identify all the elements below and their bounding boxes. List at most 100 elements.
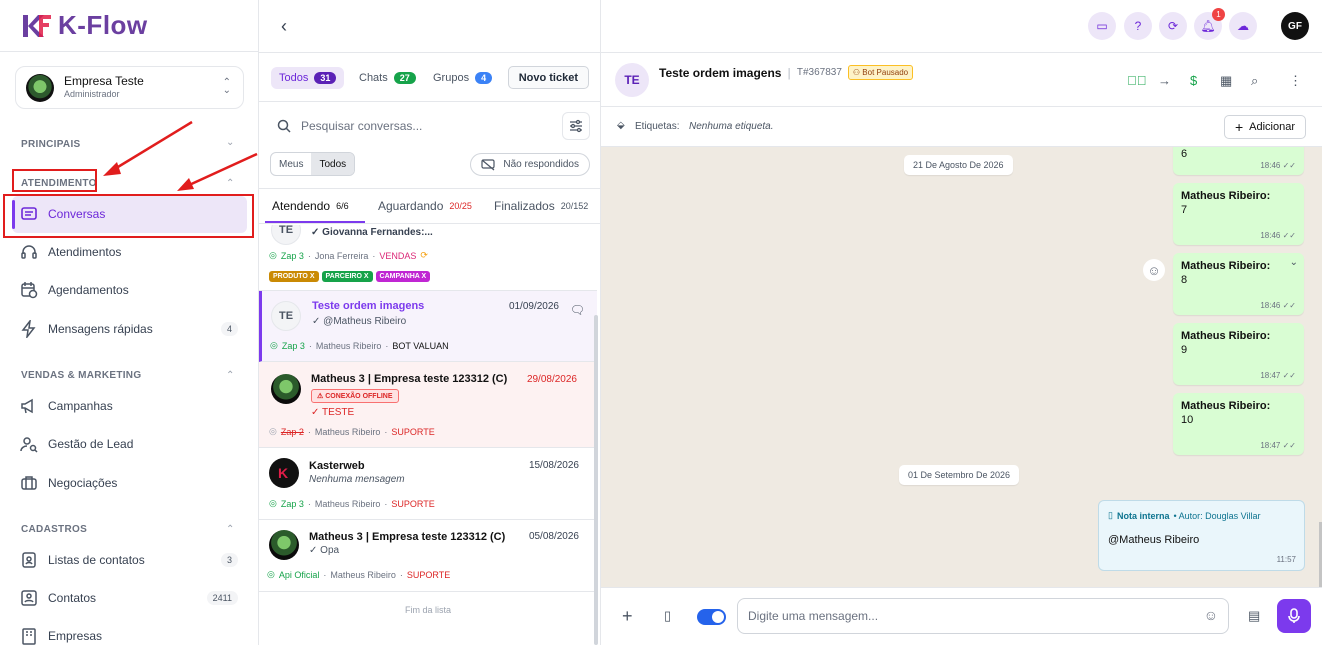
filter-chats[interactable]: Chats 27 xyxy=(351,67,424,89)
kflow-logo-icon xyxy=(23,14,51,37)
ticket-connection: Zap 3 xyxy=(280,498,304,509)
seg-todos[interactable]: Todos xyxy=(311,153,355,175)
ticket-date: 29/08/2026 xyxy=(526,374,577,385)
document-icon: ▯ xyxy=(1108,510,1113,520)
whatsapp-icon: ◎ xyxy=(269,498,277,508)
labels-title: Etiquetas: xyxy=(635,121,680,132)
message-bubble[interactable]: Matheus Ribeiro: 9 18:47 ✓✓ xyxy=(1173,323,1304,385)
more-vertical-icon[interactable]: ⋮ xyxy=(1289,73,1302,89)
filter-grupos[interactable]: Grupos 4 xyxy=(425,67,500,89)
resolve-check-icon[interactable]: ✓⃝ xyxy=(1127,73,1147,88)
ticket-item[interactable]: K Kasterweb 15/08/2026 Nenhuma mensagem … xyxy=(259,448,597,520)
file-icon[interactable]: ▯ xyxy=(664,608,671,624)
sidebar-item-negociacoes[interactable]: Negociações xyxy=(20,474,238,492)
chevron-down-icon[interactable]: ⌄ xyxy=(1290,257,1298,268)
ticket-last-message: ✓ Opa xyxy=(309,545,340,556)
sidebar-item-contatos[interactable]: Contatos 2411 xyxy=(20,589,238,607)
chevron-up-icon[interactable]: ⌃ xyxy=(226,370,234,381)
sidebar-item-gestao-de-lead[interactable]: Gestão de Lead xyxy=(20,435,238,453)
sidebar-item-listas-de-contatos[interactable]: Listas de contatos 3 xyxy=(20,551,238,569)
ticket-user: Matheus Ribeiro xyxy=(314,426,381,437)
message-text: @Matheus Ribeiro xyxy=(323,316,407,327)
message-sender: Matheus Ribeiro: xyxy=(1181,260,1271,272)
chat-avatar: TE xyxy=(615,63,649,97)
ticket-list: TE ✓ Giovanna Fernandes:... ◎ Zap 3 · Jon… xyxy=(259,225,601,645)
calendar-icon[interactable]: ▦ xyxy=(1220,73,1232,89)
message-time: 18:46 ✓✓ xyxy=(1260,231,1296,240)
signature-toggle[interactable] xyxy=(697,609,726,625)
microphone-button[interactable] xyxy=(1277,599,1311,633)
tab-label: Finalizados xyxy=(494,199,555,213)
tab-atendendo[interactable]: Atendendo 6/6 xyxy=(272,199,349,213)
chats-icon[interactable]: ▭ xyxy=(1088,12,1116,40)
sidebar-item-atendimentos[interactable]: Atendimentos xyxy=(20,243,238,261)
tab-aguardando[interactable]: Aguardando 20/25 xyxy=(378,199,472,213)
sidebar-item-agendamentos[interactable]: Agendamentos xyxy=(20,281,238,299)
ticket-item[interactable]: TE Teste ordem imagens 01/09/2026 🗨 ✓ @M… xyxy=(259,291,597,362)
filter-todos[interactable]: Todos 31 xyxy=(271,67,345,89)
search-icon[interactable]: ⌕ xyxy=(1251,73,1258,89)
transfer-arrow-icon[interactable]: → xyxy=(1158,73,1171,88)
chevron-up-icon[interactable]: ⌃ xyxy=(226,524,234,535)
emoji-icon[interactable]: ☺ xyxy=(1204,607,1218,623)
sidebar-item-campanhas[interactable]: Campanhas xyxy=(20,397,238,415)
bell-icon[interactable]: 🔔︎ 1 xyxy=(1194,8,1225,40)
message-text: 8 xyxy=(1181,274,1188,286)
tag: PARCEIRO X xyxy=(321,271,373,282)
ticket-name: Kasterweb xyxy=(309,460,365,472)
chevron-up-icon[interactable]: ⌃ xyxy=(226,178,234,189)
chevron-left-icon[interactable]: ‹ xyxy=(281,16,287,37)
dollar-icon[interactable]: $ xyxy=(1190,73,1197,88)
refresh-icon[interactable]: ⟳ xyxy=(1159,12,1187,40)
ticket-item[interactable]: Matheus 3 | Empresa teste 123312 (C) 29/… xyxy=(259,362,597,448)
add-label-button[interactable]: + Adicionar xyxy=(1223,115,1306,139)
filter-settings-button[interactable] xyxy=(562,112,590,140)
sidebar-item-conversas[interactable]: Conversas xyxy=(20,205,238,223)
company-selector[interactable]: Empresa Teste Administrador ⌃ ⌄ xyxy=(15,66,244,109)
tab-label: Aguardando xyxy=(378,199,444,213)
message-input[interactable]: Digite uma mensagem... ☺ xyxy=(737,598,1229,634)
help-icon[interactable]: ? xyxy=(1124,12,1152,40)
section-principais[interactable]: PRINCIPAIS xyxy=(21,139,81,150)
new-ticket-button[interactable]: Novo ticket xyxy=(507,66,589,89)
ticket-item[interactable]: TE ✓ Giovanna Fernandes:... ◎ Zap 3 · Jon… xyxy=(259,225,597,291)
bot-status-badge[interactable]: ⚇ Bot Pausado xyxy=(847,65,914,80)
tab-count: 6/6 xyxy=(336,201,349,211)
search-input[interactable]: Pesquisar conversas... xyxy=(301,119,422,133)
tag: CAMPANHA X xyxy=(375,271,431,282)
microphone-icon xyxy=(1288,608,1300,623)
section-cadastros[interactable]: CADASTROS xyxy=(21,524,87,535)
document-icon[interactable]: ▤ xyxy=(1248,608,1260,624)
comment-icon[interactable]: 🗨 xyxy=(570,303,585,317)
message-bubble[interactable]: Matheus Ribeiro: 10 18:47 ✓✓ xyxy=(1173,393,1304,455)
message-bubble[interactable]: Matheus Ribeiro: 7 18:46 ✓✓ xyxy=(1173,183,1304,245)
sidebar-item-label: Gestão de Lead xyxy=(48,437,134,451)
search-icon xyxy=(277,119,291,133)
plus-icon[interactable]: + xyxy=(622,606,633,627)
note-header: ▯ Nota interna • Autor: Douglas Villar xyxy=(1108,510,1261,521)
sidebar: K-Flow Empresa Teste Administrador ⌃ ⌄ PR… xyxy=(0,0,259,645)
chevron-down-icon[interactable]: ⌄ xyxy=(226,137,234,148)
contact-list-icon xyxy=(20,551,38,569)
not-replied-toggle[interactable]: Não respondidos xyxy=(470,153,590,176)
building-icon xyxy=(20,627,38,645)
note-time: 11:57 xyxy=(1276,555,1296,564)
message-bubble[interactable]: Matheus Ribeiro: 8 ⌄ 18:46 ✓✓ xyxy=(1173,253,1304,315)
emoji-react-icon[interactable]: ☺ xyxy=(1143,259,1165,281)
scrollbar[interactable] xyxy=(594,315,598,645)
internal-note[interactable]: ▯ Nota interna • Autor: Douglas Villar @… xyxy=(1098,500,1305,571)
user-avatar[interactable]: GF xyxy=(1281,12,1309,40)
message-bubble[interactable]: 6 18:46 ✓✓ xyxy=(1173,147,1304,175)
sidebar-item-label: Conversas xyxy=(48,207,106,221)
cloud-download-icon[interactable]: ☁ xyxy=(1229,12,1257,40)
sidebar-item-mensagens-rapidas[interactable]: Mensagens rápidas 4 xyxy=(20,320,238,338)
ticket-name: Giovanna Fernandes:... xyxy=(322,227,433,238)
ticket-item[interactable]: Matheus 3 | Empresa teste 123312 (C) 05/… xyxy=(259,520,597,592)
sidebar-item-empresas[interactable]: Empresas xyxy=(20,627,238,645)
section-vendas-marketing[interactable]: VENDAS & MARKETING xyxy=(21,370,141,381)
tab-finalizados[interactable]: Finalizados 20/152 xyxy=(494,199,588,213)
ticket-name: Matheus 3 | Empresa teste 123312 (C) xyxy=(309,531,506,543)
ticket-user: Matheus Ribeiro xyxy=(314,498,381,509)
seg-meus[interactable]: Meus xyxy=(271,153,311,175)
sliders-icon xyxy=(570,119,582,133)
